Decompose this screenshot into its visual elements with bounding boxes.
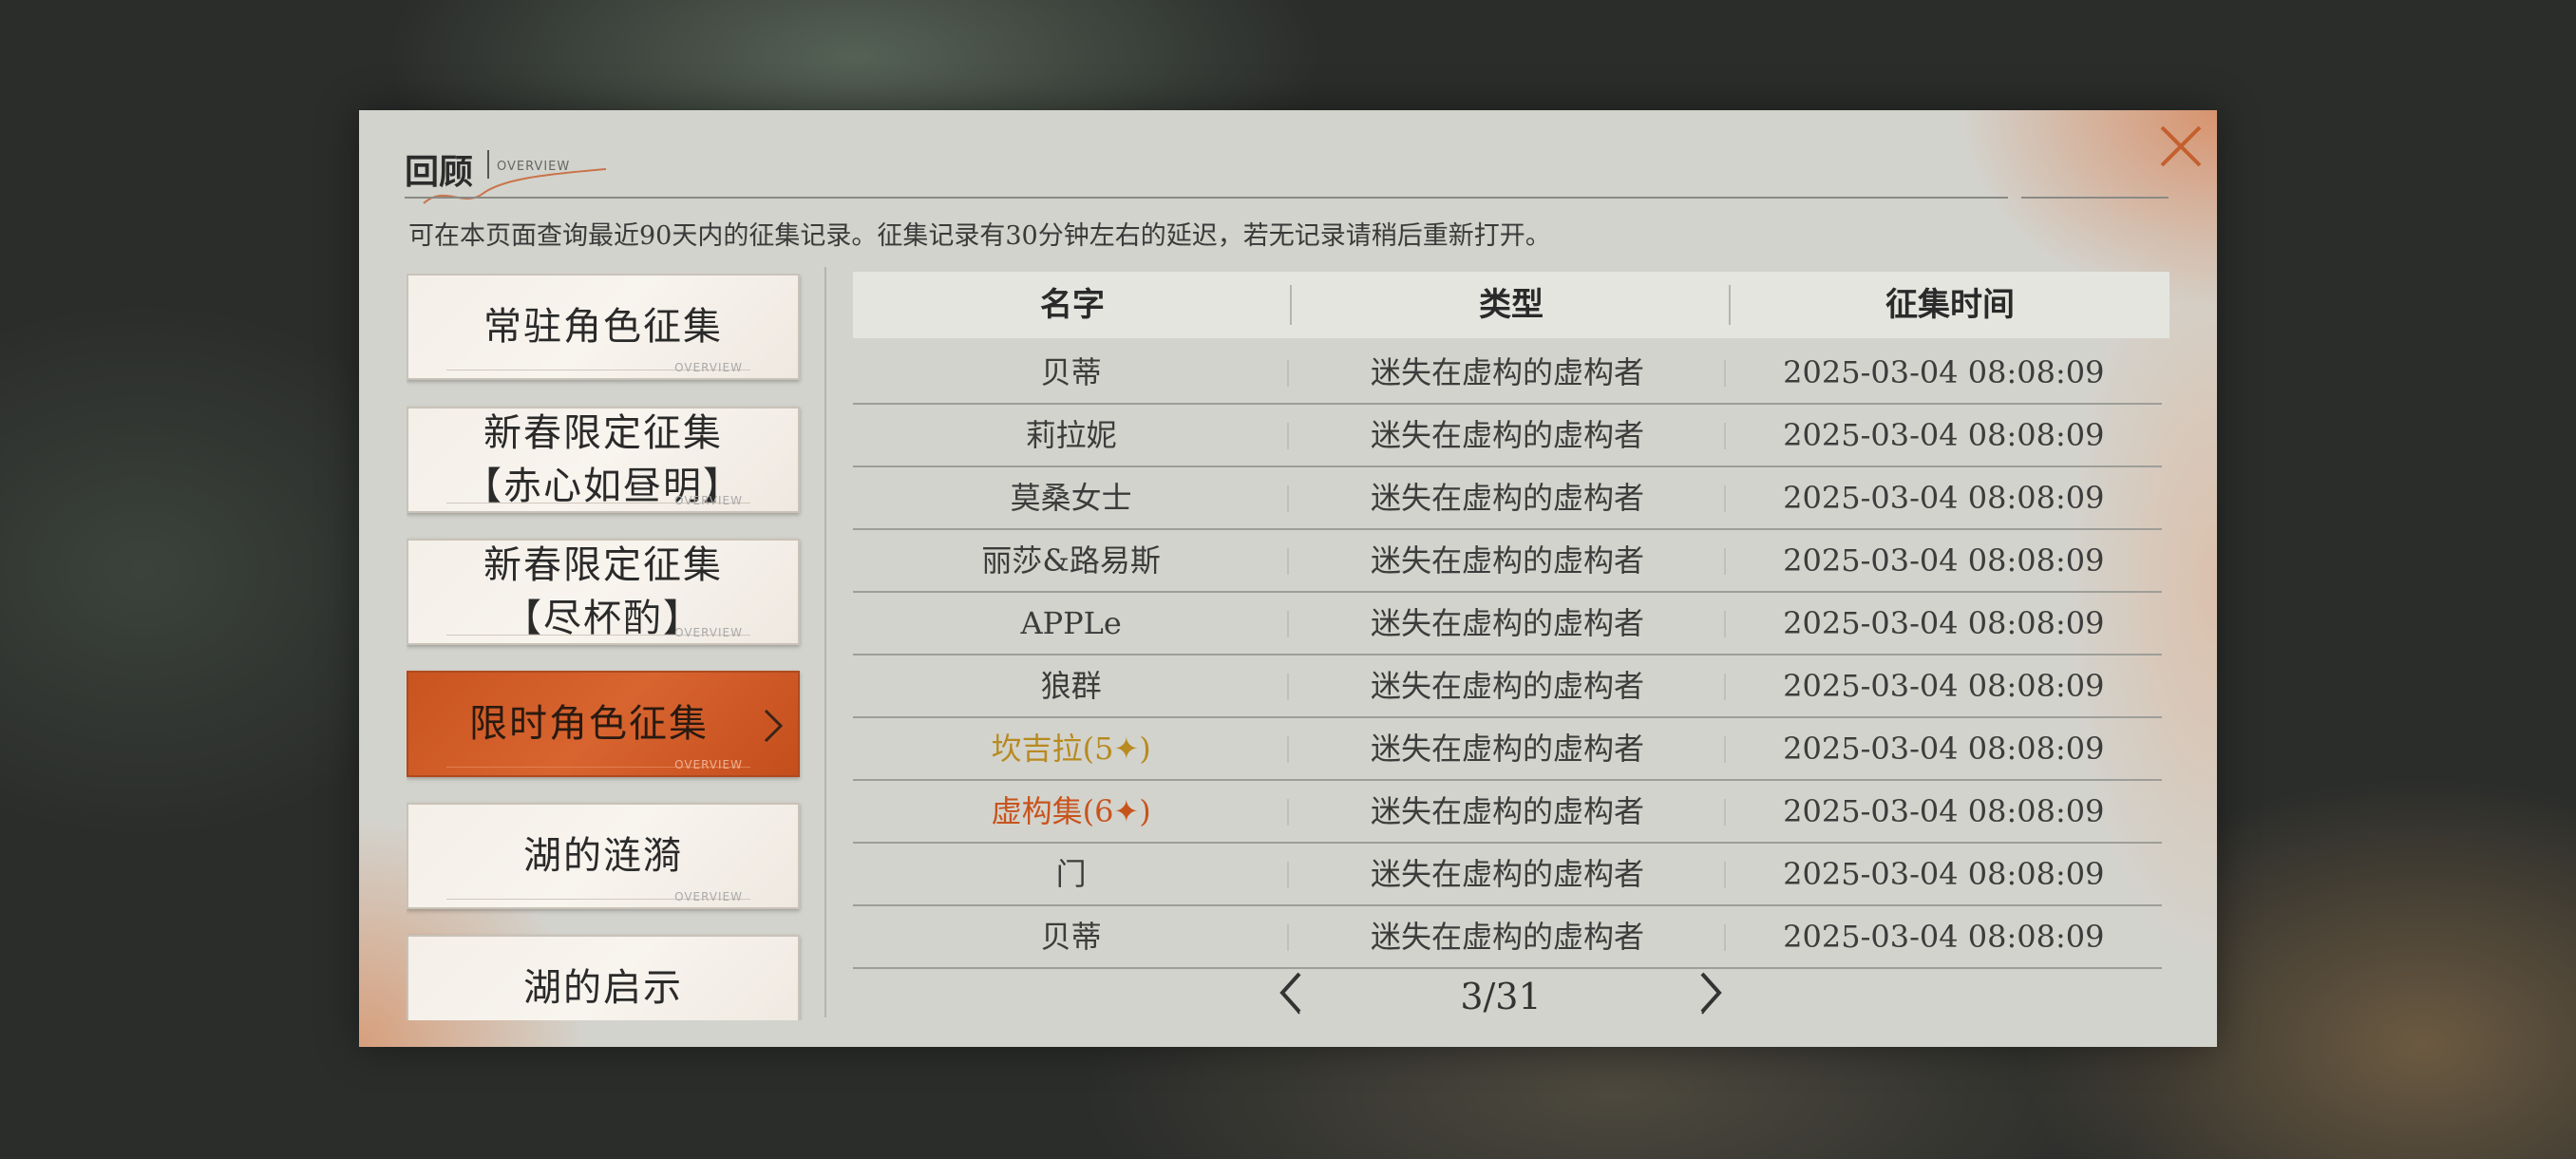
column-header-time: 征集时间 <box>1885 286 2015 324</box>
cell-time: 2025-03-04 08:08:09 <box>1783 731 2105 767</box>
sidebar-item-6[interactable]: 湖的启示OVERVIEW <box>407 935 800 1020</box>
chevron-left-icon <box>1279 972 1301 1015</box>
card-watermark: OVERVIEW <box>674 890 743 903</box>
cell-type: 迷失在虚构的虚构者 <box>1289 530 1726 591</box>
sidebar-item-5[interactable]: 湖的涟漪 OVERVIEW <box>407 803 800 909</box>
table-body[interactable]: 贝蒂 迷失在虚构的虚构者 2025-03-04 08:08:09 莉拉妮 迷失在虚构的虚… <box>853 342 2169 969</box>
table-row: 狼群 迷失在虚构的虚构者 2025-03-04 08:08:09 <box>853 656 2162 718</box>
cell-name: 门 <box>853 844 1290 904</box>
cell-name: 莫桑女士 <box>853 467 1290 528</box>
cell-type: 迷失在虚构的虚构者 <box>1289 781 1726 842</box>
sidebar-item-2[interactable]: 新春限定征集 【赤心如昼明】 OVERVIEW <box>407 407 800 513</box>
table-row: 贝蒂 迷失在虚构的虚构者 2025-03-04 08:08:09 <box>853 342 2162 405</box>
card-watermark: OVERVIEW <box>674 758 743 771</box>
cell-type: 迷失在虚构的虚构者 <box>1289 718 1726 779</box>
sidebar-item-4[interactable]: 限时角色征集 OVERVIEW <box>407 671 800 777</box>
cell-time: 2025-03-04 08:08:09 <box>1783 793 2105 829</box>
cell-type: 迷失在虚构的虚构者 <box>1289 467 1726 528</box>
category-sidebar: 常驻角色征集 OVERVIEW 新春限定征集 【赤心如昼明】 OVERVIEW 新春限定… <box>407 274 804 1020</box>
cell-time: 2025-03-04 08:08:09 <box>1783 480 2105 516</box>
dialog-subtitle: OVERVIEW <box>497 160 571 174</box>
record-table: 名字 类型 征集时间 贝蒂 迷失在虚构的虚构者 2025-03-04 08:08:0… <box>853 272 2169 969</box>
cell-name: 虚构集(6✦) <box>853 781 1290 842</box>
cell-time: 2025-03-04 08:08:09 <box>1783 542 2105 579</box>
header-underline <box>405 197 1986 199</box>
title-separator <box>487 150 489 179</box>
next-page-button[interactable] <box>1691 966 1729 1019</box>
table-row: 坎吉拉(5✦) 迷失在虚构的虚构者 2025-03-04 08:08:09 <box>853 718 2162 781</box>
sidebar-item-label: 限时角色征集 <box>469 702 709 746</box>
cell-time: 2025-03-04 08:08:09 <box>1783 919 2105 955</box>
table-row: 虚构集(6✦) 迷失在虚构的虚构者 2025-03-04 08:08:09 <box>853 781 2162 844</box>
table-row: 莫桑女士 迷失在虚构的虚构者 2025-03-04 08:08:09 <box>853 467 2162 530</box>
cell-name: APPLe <box>853 593 1290 654</box>
header-underline-segment <box>1951 197 2008 199</box>
card-watermark: OVERVIEW <box>674 626 743 639</box>
card-watermark: OVERVIEW <box>674 361 743 374</box>
header-underline-segment <box>2021 197 2169 199</box>
cell-name: 贝蒂 <box>853 342 1290 403</box>
dialog-title: 回顾 <box>405 152 474 192</box>
column-header-type: 类型 <box>1292 272 1731 338</box>
table-row: 莉拉妮 迷失在虚构的虚构者 2025-03-04 08:08:09 <box>853 405 2162 467</box>
table-header: 名字 类型 征集时间 <box>853 272 2169 338</box>
chevron-right-icon <box>764 709 784 743</box>
cell-time: 2025-03-04 08:08:09 <box>1783 668 2105 704</box>
info-text: 可在本页面查询最近90天内的征集记录。征集记录有30分钟左右的延迟，若无记录请稍… <box>408 221 1551 251</box>
cell-type: 迷失在虚构的虚构者 <box>1289 342 1726 403</box>
sidebar-item-label: 湖的启示 <box>523 966 683 1010</box>
table-row: APPLe 迷失在虚构的虚构者 2025-03-04 08:08:09 <box>853 593 2162 656</box>
cell-time: 2025-03-04 08:08:09 <box>1783 605 2105 641</box>
sidebar-item-3[interactable]: 新春限定征集 【尽杯酌】 OVERVIEW <box>407 539 800 645</box>
sidebar-item-label: 湖的涟漪 <box>523 834 683 878</box>
cell-type: 迷失在虚构的虚构者 <box>1289 656 1726 716</box>
cell-time: 2025-03-04 08:08:09 <box>1783 354 2105 390</box>
cell-name: 丽莎&路易斯 <box>853 530 1290 591</box>
cell-time: 2025-03-04 08:08:09 <box>1783 856 2105 892</box>
close-icon <box>2160 125 2202 167</box>
cell-time: 2025-03-04 08:08:09 <box>1783 417 2105 453</box>
cell-name: 狼群 <box>853 656 1290 716</box>
cell-type: 迷失在虚构的虚构者 <box>1289 844 1726 904</box>
table-row: 丽莎&路易斯 迷失在虚构的虚构者 2025-03-04 08:08:09 <box>853 530 2162 593</box>
cell-type: 迷失在虚构的虚构者 <box>1289 593 1726 654</box>
page-indicator: 3/31 <box>1460 976 1542 1017</box>
column-header-name: 名字 <box>853 272 1292 338</box>
sidebar-item-label: 常驻角色征集 <box>483 305 723 349</box>
sidebar-item-1[interactable]: 常驻角色征集 OVERVIEW <box>407 274 800 380</box>
cell-name: 坎吉拉(5✦) <box>853 718 1290 779</box>
prev-page-button[interactable] <box>1273 966 1311 1019</box>
pagination: 3/31 <box>1273 959 1729 1035</box>
table-row: 门迷失在虚构的虚构者 2025-03-04 08:08:09 <box>853 844 2162 906</box>
cell-type: 迷失在虚构的虚构者 <box>1289 405 1726 466</box>
cell-name: 莉拉妮 <box>853 405 1290 466</box>
sidebar-divider <box>824 267 826 1017</box>
close-button[interactable] <box>2152 118 2209 175</box>
card-watermark: OVERVIEW <box>674 494 743 507</box>
overview-dialog: 回顾 OVERVIEW 可在本页面查询最近90天内的征集记录。征集记录有30分钟… <box>359 110 2217 1047</box>
chevron-right-icon <box>1700 972 1722 1015</box>
cell-name: 贝蒂 <box>853 906 1290 967</box>
